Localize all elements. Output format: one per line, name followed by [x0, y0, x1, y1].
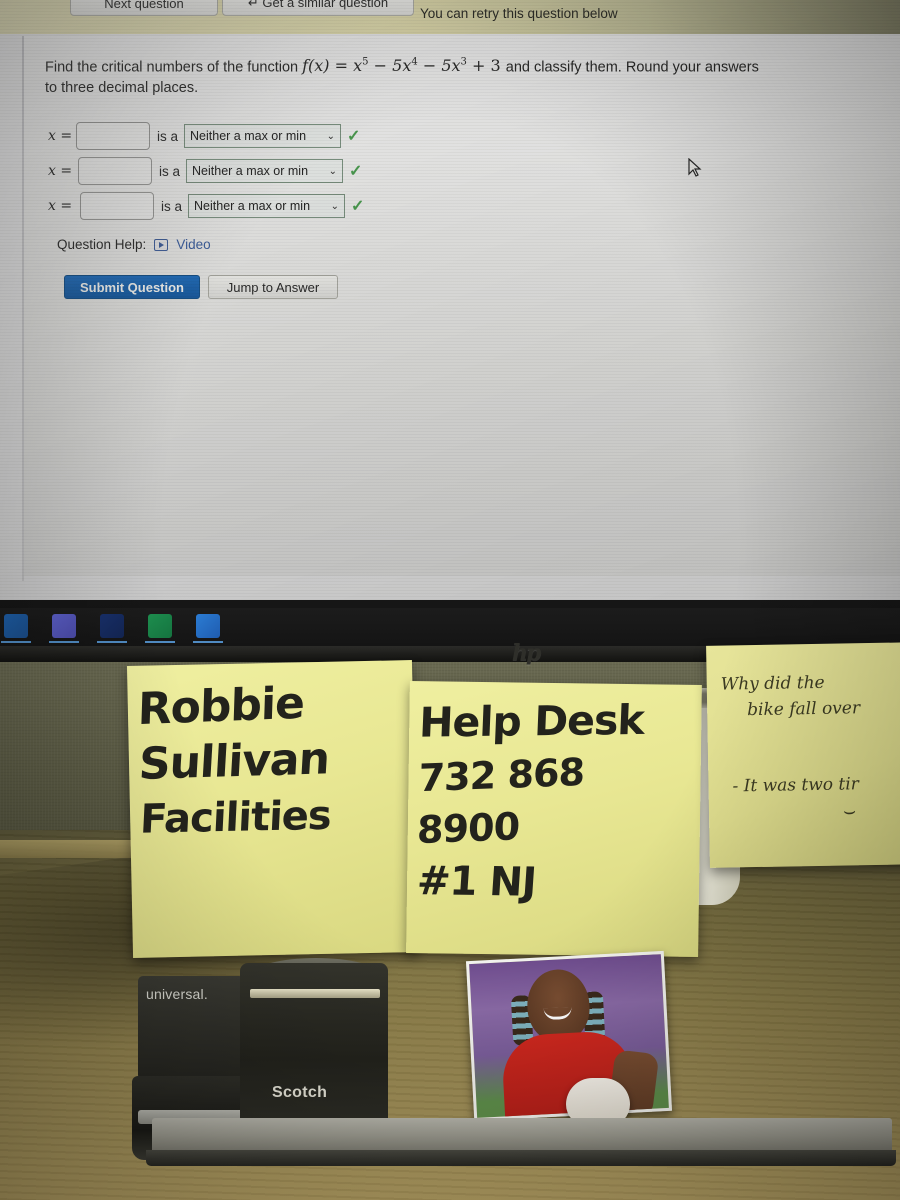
function-equals: = [334, 56, 349, 76]
sticky-note-joke-line-2: bike fall over [747, 698, 861, 721]
function-term-3-exponent: 3 [460, 57, 467, 68]
is-a-label: is a [157, 128, 179, 144]
answer-input-1[interactable] [78, 157, 152, 185]
question-help-label: Question Help: [57, 237, 147, 252]
x-label: x = [48, 198, 73, 214]
monitor-screen: Next question ↵ Get a similar question Y… [0, 0, 900, 600]
classification-select-2[interactable]: Neither a max or min ⌄ [188, 194, 346, 218]
sticky-note-robbie: Robbie Sullivan Facilities [126, 660, 419, 958]
tape-dispenser-blade [250, 989, 380, 998]
sticky-note-robbie-line-2: Sullivan [137, 733, 331, 790]
sticky-note-joke-line-1: Why did the [720, 672, 825, 695]
jump-to-answer-button[interactable]: Jump to Answer [208, 275, 338, 299]
sticky-note-helpdesk-line-2: 732 868 8900 [416, 749, 585, 853]
function-term-1: x [353, 56, 363, 76]
classification-select-0-value: Neither a max or min [190, 129, 307, 143]
mouse-cursor-icon [688, 158, 702, 177]
sticky-note-robbie-line-1: Robbie [136, 677, 305, 736]
video-play-icon[interactable] [154, 238, 169, 251]
function-term-4: 3 [490, 56, 501, 76]
sticky-note-helpdesk: Help Desk 732 868 8900 #1 NJ [406, 680, 702, 958]
question-prompt: Find the critical numbers of the functio… [45, 52, 765, 99]
x-label: x = [48, 128, 73, 144]
video-link[interactable]: Video [176, 237, 210, 252]
answer-row: x = is a Neither a max or min ⌄ ✓ [48, 121, 360, 151]
check-icon: ✓ [351, 198, 365, 215]
function-term-2-exponent: 4 [411, 57, 418, 68]
check-icon: ✓ [347, 128, 361, 145]
page-left-rule [22, 36, 24, 581]
mountain-app-icon[interactable] [100, 614, 124, 638]
answer-row: x = is a Neither a max or min ⌄ ✓ [48, 191, 364, 221]
function-lhs: f(x) [302, 56, 330, 76]
get-similar-question-button[interactable]: ↵ Get a similar question [222, 0, 414, 16]
function-op-2: − [422, 56, 437, 76]
question-help: Question Help: Video [57, 237, 211, 252]
x-label: x = [48, 163, 73, 179]
photo-of-desk-scene: Next question ↵ Get a similar question Y… [0, 0, 900, 1200]
function-expression: f(x) = x5 − 5x4 − 5x3 + 3 [302, 56, 506, 75]
excel-icon[interactable] [148, 614, 172, 638]
sticky-note-joke-smiley: ⌣ [842, 798, 857, 823]
hole-punch-brand-label: universal. [146, 986, 208, 1002]
function-term-3: 5x [441, 56, 461, 76]
sticky-note-helpdesk-line-1: Help Desk [418, 695, 645, 747]
chevron-down-icon: ⌄ [326, 130, 336, 142]
chevron-down-icon: ⌄ [328, 165, 338, 177]
is-a-label: is a [159, 163, 181, 179]
classification-select-1[interactable]: Neither a max or min ⌄ [186, 159, 344, 183]
word-icon[interactable] [196, 614, 220, 638]
hp-logo: hp [512, 640, 541, 666]
monitor-stand-base [152, 1118, 892, 1154]
retry-notice-text: You can retry this question below [420, 6, 618, 21]
sticky-note-helpdesk-line-3: #1 NJ [415, 858, 538, 906]
classification-select-2-value: Neither a max or min [194, 199, 311, 213]
answer-row: x = is a Neither a max or min ⌄ ✓ [48, 156, 362, 186]
function-term-2: 5x [392, 56, 412, 76]
monitor-stand-foot [146, 1150, 896, 1166]
notice-banner: Next question ↵ Get a similar question Y… [0, 0, 900, 34]
question-prompt-prefix: Find the critical numbers of the functio… [45, 59, 299, 76]
sticky-note-robbie-line-3: Facilities [139, 792, 332, 843]
question-content-card [24, 36, 900, 576]
function-term-1-exponent: 5 [362, 57, 369, 68]
sticky-note-joke-line-3: - It was two tir [732, 774, 860, 797]
check-icon: ✓ [349, 163, 363, 180]
next-question-button[interactable]: Next question [70, 0, 218, 16]
windows-taskbar [0, 608, 900, 646]
classification-select-0[interactable]: Neither a max or min ⌄ [184, 124, 342, 148]
classification-select-1-value: Neither a max or min [192, 164, 309, 178]
tape-dispenser-brand-label: Scotch [272, 1084, 328, 1101]
outlook-icon[interactable] [4, 614, 28, 638]
function-op-3: + [471, 56, 486, 76]
answer-input-0[interactable] [76, 122, 150, 150]
banner-inner: Next question ↵ Get a similar question Y… [0, 0, 900, 34]
sticky-note-joke: Why did the bike fall over - It was two … [706, 642, 900, 868]
chevron-down-icon: ⌄ [330, 200, 340, 212]
is-a-label: is a [161, 198, 183, 214]
teams-icon[interactable] [52, 614, 76, 638]
submit-question-button[interactable]: Submit Question [64, 275, 200, 299]
function-op-1: − [373, 56, 388, 76]
answer-input-2[interactable] [80, 192, 154, 220]
